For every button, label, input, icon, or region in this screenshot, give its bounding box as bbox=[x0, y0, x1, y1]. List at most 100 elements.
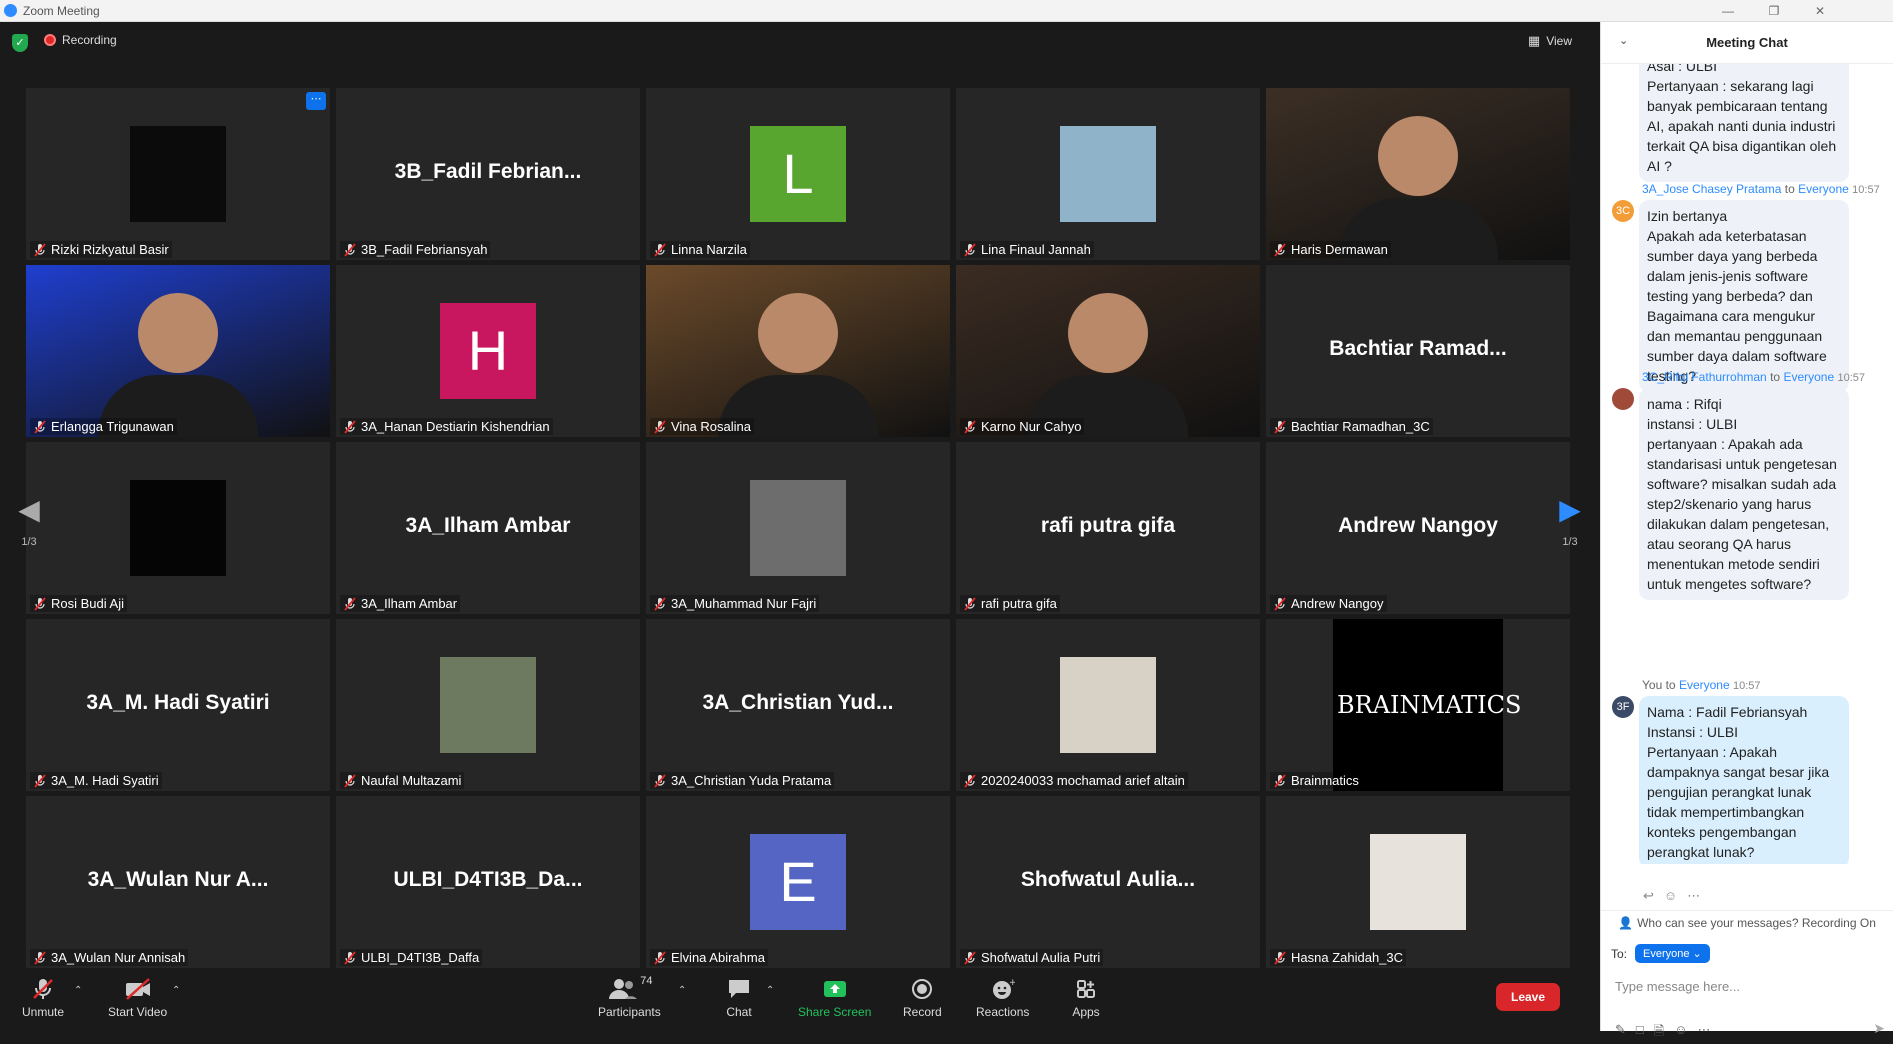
participant-name: Elvina Abirahma bbox=[671, 950, 765, 965]
visibility-notice[interactable]: 👤 Who can see your messages? Recording O… bbox=[1601, 910, 1893, 934]
chat-message-text[interactable]: Nama : Fadil Febriansyah Instansi : ULBI… bbox=[1639, 696, 1849, 864]
participant-tile[interactable]: Karno Nur Cahyo bbox=[956, 265, 1260, 437]
participant-avatar bbox=[130, 126, 226, 222]
participant-name: Haris Dermawan bbox=[1291, 242, 1388, 257]
participant-name: 3A_Christian Yuda Pratama bbox=[671, 773, 832, 788]
record-button[interactable]: Record bbox=[903, 975, 942, 1019]
screenshot-icon[interactable]: □ bbox=[1636, 1022, 1644, 1044]
participant-tile[interactable]: 3A_Wulan Nur A... 3A_Wulan Nur Annisah bbox=[26, 796, 330, 968]
brainmatics-logo-text: BRAINMATICS bbox=[1337, 691, 1522, 719]
participant-tile[interactable]: BRAINMATICS Brainmatics bbox=[1266, 619, 1570, 791]
reply-icon[interactable]: ↩ bbox=[1643, 888, 1654, 904]
participant-name-label: Linna Narzila bbox=[650, 241, 750, 258]
participant-tile[interactable]: Rosi Budi Aji bbox=[26, 442, 330, 614]
chat-time: 10:57 bbox=[1837, 372, 1866, 384]
chat-header: ⌄ Meeting Chat bbox=[1601, 22, 1893, 64]
participant-name-label: Hasna Zahidah_3C bbox=[1270, 949, 1407, 966]
recording-indicator[interactable]: Recording bbox=[44, 33, 117, 47]
next-page-button[interactable]: ▶ 1/3 bbox=[1553, 480, 1587, 564]
participant-tile[interactable]: Vina Rosalina bbox=[646, 265, 950, 437]
format-icon[interactable]: ✎ bbox=[1615, 1022, 1626, 1044]
participant-tile[interactable]: H 3A_Hanan Destiarin Kishendrian bbox=[336, 265, 640, 437]
participant-avatar bbox=[440, 657, 536, 753]
share-screen-icon bbox=[818, 975, 852, 1003]
participant-tile[interactable]: 3A_Christian Yud... 3A_Christian Yuda Pra… bbox=[646, 619, 950, 791]
participant-display-name: 3A_Christian Yud... bbox=[702, 691, 894, 714]
participant-tile[interactable]: Hasna Zahidah_3C bbox=[1266, 796, 1570, 968]
chat-message-text[interactable]: Asal : ULBI Pertanyaan : sekarang lagi b… bbox=[1639, 64, 1849, 182]
prev-page-button[interactable]: ◀ 1/3 bbox=[12, 480, 46, 564]
video-off-icon bbox=[121, 975, 155, 1003]
send-icon[interactable]: ➤ bbox=[1873, 1020, 1885, 1037]
chat-options-caret-icon[interactable]: ⌃ bbox=[766, 985, 774, 996]
more-tools-icon[interactable]: ⋯ bbox=[1698, 1022, 1711, 1044]
participants-button[interactable]: 74 Participants bbox=[598, 975, 661, 1019]
participant-name-label: Rizki Rizkyatul Basir bbox=[30, 241, 172, 258]
chat-sender-avatar[interactable]: 3F bbox=[1612, 696, 1634, 718]
participant-tile[interactable]: Rizki Rizkyatul Basir ⋯ bbox=[26, 88, 330, 260]
chat-sender-name[interactable]: 3A_Jose Chasey Pratama bbox=[1642, 182, 1781, 196]
participant-tile[interactable]: 3B_Fadil Febrian... 3B_Fadil Febriansyah bbox=[336, 88, 640, 260]
minimize-button[interactable]: — bbox=[1705, 0, 1751, 22]
participant-name-label: 3A_Muhammad Nur Fajri bbox=[650, 595, 820, 612]
chat-message-text[interactable]: nama : Rifqi instansi : ULBI pertanyaan … bbox=[1639, 388, 1849, 600]
share-screen-button[interactable]: Share Screen bbox=[798, 975, 871, 1019]
participant-tile[interactable]: Andrew Nangoy Andrew Nangoy bbox=[1266, 442, 1570, 614]
security-shield-icon[interactable]: ✓ bbox=[12, 34, 28, 52]
chat-message-input[interactable] bbox=[1615, 974, 1875, 998]
participant-initial: L bbox=[750, 126, 846, 222]
chat-label: Chat bbox=[726, 1005, 752, 1019]
chat-sender-avatar[interactable] bbox=[1612, 388, 1634, 410]
close-button[interactable]: ✕ bbox=[1797, 0, 1843, 22]
chat-button[interactable]: Chat bbox=[722, 975, 756, 1019]
participant-name-label: Bachtiar Ramadhan_3C bbox=[1270, 418, 1433, 435]
more-icon[interactable]: ⋯ bbox=[1687, 888, 1700, 904]
participant-tile[interactable]: Naufal Multazami bbox=[336, 619, 640, 791]
apps-button[interactable]: Apps bbox=[1069, 975, 1103, 1019]
leave-button[interactable]: Leave bbox=[1496, 983, 1560, 1011]
participant-name-label: 2020240033 mochamad arief altain bbox=[960, 772, 1188, 789]
participant-tile[interactable]: 3A_M. Hadi Syatiri 3A_M. Hadi Syatiri bbox=[26, 619, 330, 791]
record-label: Record bbox=[903, 1005, 942, 1019]
participant-tile[interactable]: 3A_Muhammad Nur Fajri bbox=[646, 442, 950, 614]
meeting-topbar: ✓ Recording ▦ View bbox=[0, 22, 1600, 64]
file-icon[interactable]: 🗎 bbox=[1654, 1022, 1664, 1044]
participant-tile[interactable]: 2020240033 mochamad arief altain bbox=[956, 619, 1260, 791]
zoom-app-icon bbox=[4, 4, 17, 17]
chat-message-text[interactable]: Izin bertanya Apakah ada keterbatasan su… bbox=[1639, 200, 1849, 392]
chat-sender-name[interactable]: 3C_Rifqi Fathurrohman bbox=[1642, 370, 1767, 384]
view-button[interactable]: ▦ View bbox=[1528, 33, 1572, 49]
participant-tile[interactable]: Bachtiar Ramad... Bachtiar Ramadhan_3C bbox=[1266, 265, 1570, 437]
page-indicator-right: 1/3 bbox=[1562, 536, 1578, 548]
reactions-button[interactable]: + Reactions bbox=[976, 975, 1029, 1019]
tile-more-button[interactable]: ⋯ bbox=[306, 92, 326, 110]
window-title: Zoom Meeting bbox=[23, 3, 100, 18]
participant-tile[interactable]: Erlangga Trigunawan bbox=[26, 265, 330, 437]
start-video-button[interactable]: Start Video bbox=[108, 975, 167, 1019]
apps-label: Apps bbox=[1072, 1005, 1100, 1019]
unmute-button[interactable]: Unmute bbox=[22, 975, 64, 1019]
chat-sender-avatar[interactable]: 3C bbox=[1612, 200, 1634, 222]
recipient-dropdown[interactable]: Everyone ⌄ bbox=[1635, 944, 1710, 963]
participants-label: Participants bbox=[598, 1005, 661, 1019]
participants-options-caret-icon[interactable]: ⌃ bbox=[678, 985, 686, 996]
restore-button[interactable]: ❐ bbox=[1751, 0, 1797, 22]
participant-name-label: ULBI_D4TI3B_Daffa bbox=[340, 949, 483, 966]
apps-icon bbox=[1069, 975, 1103, 1003]
participant-tile[interactable]: L Linna Narzila bbox=[646, 88, 950, 260]
participant-tile[interactable]: rafi putra gifa rafi putra gifa bbox=[956, 442, 1260, 614]
participant-tile[interactable]: E Elvina Abirahma bbox=[646, 796, 950, 968]
video-options-caret-icon[interactable]: ⌃ bbox=[172, 985, 180, 996]
participant-name: Hasna Zahidah_3C bbox=[1291, 950, 1404, 965]
participant-name-label: 3A_Christian Yuda Pratama bbox=[650, 772, 835, 789]
participant-tile[interactable]: ULBI_D4TI3B_Da... ULBI_D4TI3B_Daffa bbox=[336, 796, 640, 968]
emoji-icon[interactable]: ☺ bbox=[1674, 1022, 1687, 1044]
participant-tile[interactable]: 3A_Ilham Ambar 3A_Ilham Ambar bbox=[336, 442, 640, 614]
participant-tile[interactable]: Haris Dermawan bbox=[1266, 88, 1570, 260]
collapse-chevron-icon[interactable]: ⌄ bbox=[1619, 34, 1628, 47]
participant-name: 3A_Ilham Ambar bbox=[361, 596, 458, 611]
participant-tile[interactable]: Shofwatul Aulia... Shofwatul Aulia Putri bbox=[956, 796, 1260, 968]
participant-tile[interactable]: Lina Finaul Jannah bbox=[956, 88, 1260, 260]
audio-options-caret-icon[interactable]: ⌃ bbox=[74, 985, 82, 996]
add-reaction-icon[interactable]: ☺ bbox=[1664, 888, 1677, 904]
